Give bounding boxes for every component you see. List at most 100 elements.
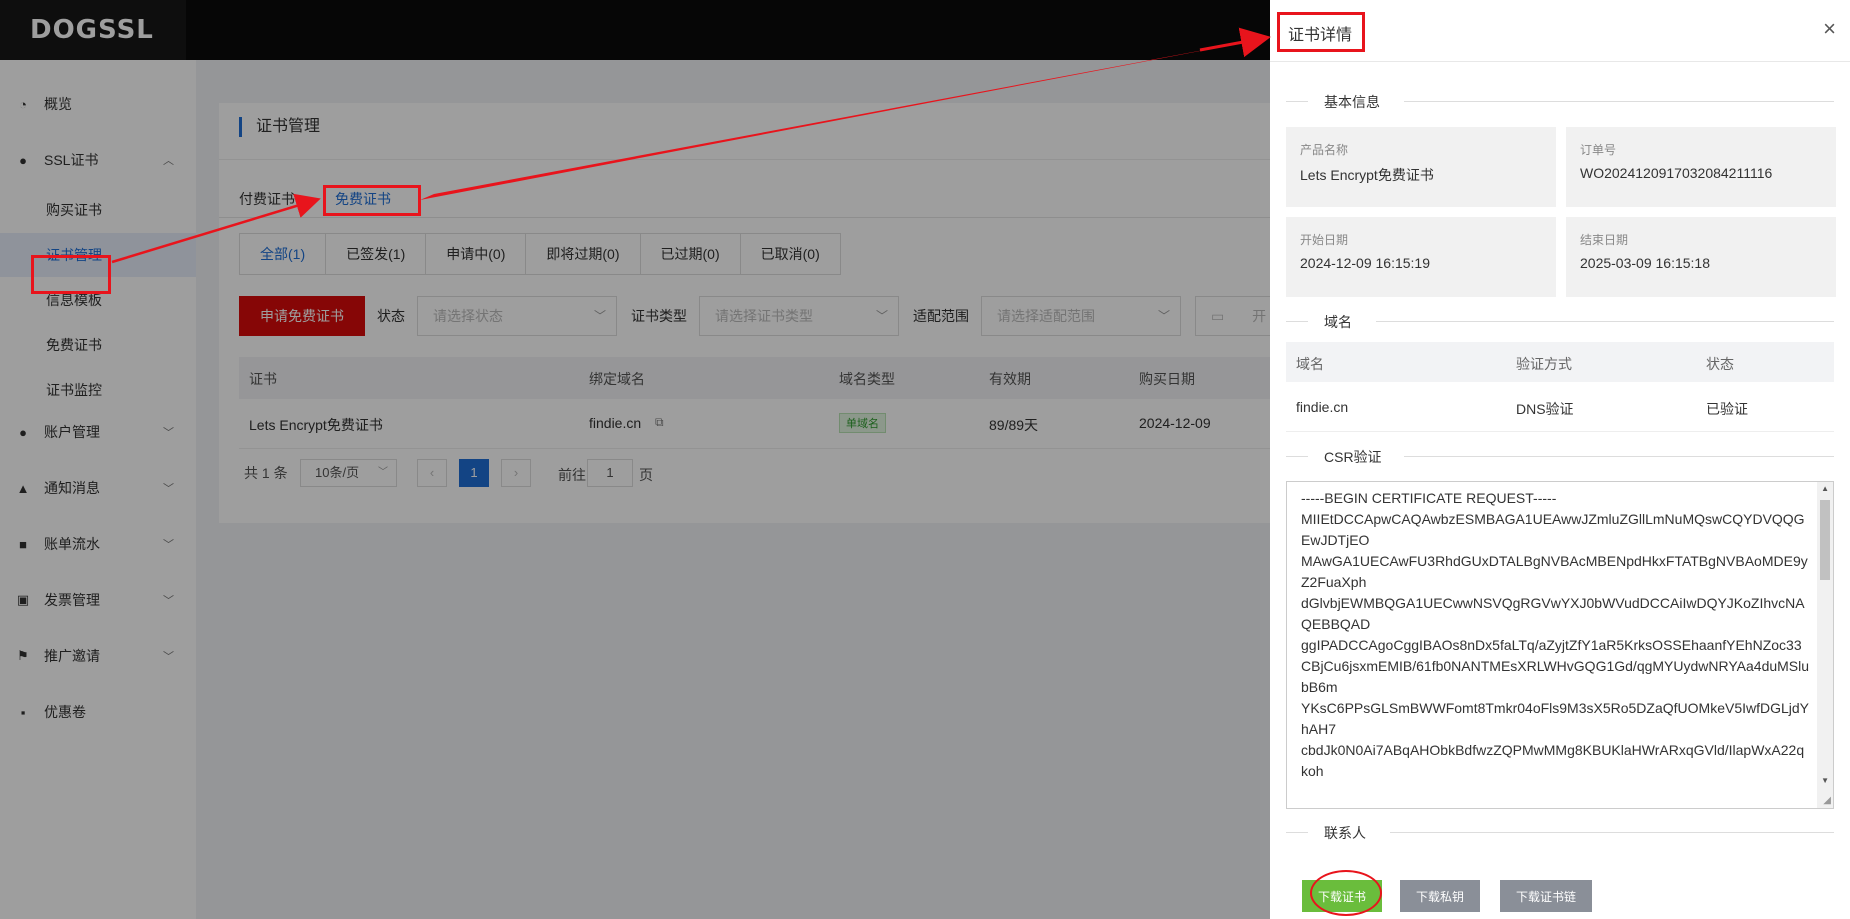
sidebar-item-label: 概览 [44,96,72,112]
sidebar-item-referral[interactable]: ⚑ 推广邀请 ﹀ [0,634,196,678]
clipboard-icon: ▣ [16,592,30,607]
chevron-down-icon: ﹀ [163,539,174,551]
download-cert-button[interactable]: 下载证书 [1302,880,1382,912]
goto-label: 前往 [558,467,586,483]
validity-cell: 89/89天 [989,417,1039,433]
section-domain: 域名 [1286,311,1834,332]
type-select[interactable]: 请选择证书类型 ﹀ [699,296,899,336]
divider [1286,456,1308,457]
close-icon[interactable]: × [1823,18,1836,40]
sidebar-sub-monitor[interactable]: 证书监控 [0,368,196,412]
scope-filter-label: 适配范围 [913,308,969,324]
scrollbar-thumb[interactable] [1820,500,1830,580]
page-size-select[interactable]: 10条/页 ﹀ [300,459,397,487]
chevron-down-icon: ﹀ [378,467,388,478]
chevron-down-icon: ﹀ [163,651,174,663]
download-cert-chain-button[interactable]: 下载证书链 [1500,880,1592,912]
prev-page-button[interactable]: ‹ [417,459,447,487]
date-placeholder: 开 [1252,308,1267,324]
sidebar-item-label: 推广邀请 [44,648,100,664]
chevron-down-icon: ﹀ [1157,309,1170,323]
col-header: 验证方式 [1516,356,1572,372]
status-tab-issued[interactable]: 已签发(1) [326,234,427,274]
info-product: 产品名称 Lets Encrypt免费证书 [1286,127,1556,207]
scrollbar[interactable]: ▲ ▼ [1817,482,1833,808]
apply-free-cert-button[interactable]: 申请免费证书 [239,296,365,336]
sidebar-item-label: 发票管理 [44,592,100,608]
logo[interactable]: DOGSSL [30,0,154,60]
sidebar-item-billing[interactable]: ■ 账单流水 ﹀ [0,522,196,566]
sidebar-item-coupons[interactable]: ▪ 优惠卷 [0,690,196,734]
section-contact: 联系人 [1286,822,1834,843]
info-end-date: 结束日期 2025-03-09 16:15:18 [1566,217,1836,297]
sidebar-item-overview[interactable]: ◔ 概览 [0,82,196,126]
wallet-icon: ■ [19,536,27,552]
info-value: WO20241209170320842111​16 [1580,165,1773,181]
info-label: 订单号 [1580,143,1617,157]
status-tab-expired[interactable]: 已过期(0) [640,234,741,274]
goto-page-input[interactable]: 1 [587,459,633,487]
chevron-up-icon: ︿ [163,155,174,167]
section-title: 联系人 [1324,823,1366,843]
divider [1286,832,1308,833]
sidebar-sub-info-template[interactable]: 信息模板 [0,278,196,322]
sidebar-item-notifications[interactable]: ▲ 通知消息 ﹀ [0,466,196,510]
next-page-button[interactable]: › [501,459,531,487]
status-select[interactable]: 请选择状态 ﹀ [417,296,617,336]
section-csr: CSR验证 [1286,446,1834,467]
resize-handle-icon[interactable]: ◢ [1823,795,1831,806]
sidebar-item-ssl[interactable]: ● SSL证书 ︿ [0,138,196,182]
section-title: 域名 [1324,312,1352,332]
scope-select[interactable]: 请选择适配范围 ﹀ [981,296,1181,336]
col-header: 域名类型 [839,371,895,387]
chevron-down-icon: ﹀ [163,595,174,607]
chevron-down-icon: ﹀ [593,309,606,323]
info-value: Lets Encrypt免费证书 [1300,167,1434,183]
copy-icon[interactable]: ⧉ [655,415,664,430]
status-tab-cancelled[interactable]: 已取消(0) [740,234,840,274]
sidebar-item-account[interactable]: ● 账户管理 ﹀ [0,410,196,454]
sidebar-item-label: SSL证书 [44,152,99,168]
status-tab-applying[interactable]: 申请中(0) [426,234,527,274]
page-number-current[interactable]: 1 [459,459,489,487]
sidebar-sub-buy[interactable]: 购买证书 [0,188,196,232]
bell-icon: ▲ [16,480,30,496]
col-header: 购买日期 [1139,371,1195,387]
info-start-date: 开始日期 2024-12-09 16:15:19 [1286,217,1556,297]
sidebar-item-invoice[interactable]: ▣ 发票管理 ﹀ [0,578,196,622]
drawer-title: 证书详情 [1288,27,1353,44]
col-header: 证书 [249,371,277,387]
download-private-key-button[interactable]: 下载私钥 [1400,880,1480,912]
col-header: 域名 [1296,356,1324,372]
status-filter-label: 状态 [377,308,405,324]
col-header: 绑定域名 [589,371,645,387]
sidebar-item-label: 购买证书 [46,202,102,218]
tab-free-cert[interactable]: 免费证书 [335,189,391,209]
type-select-placeholder: 请选择证书类型 [715,308,813,324]
sidebar-item-label: 证书监控 [46,382,102,398]
status-tab-expiring[interactable]: 即将过期(0) [526,234,641,274]
domain-type-badge: 单域名 [839,413,886,433]
sidebar-item-label: 账单流水 [44,536,100,552]
info-value: 2024-12-09 16:15:19 [1300,255,1430,271]
page-title: 证书管理 [239,117,320,137]
csr-textarea[interactable]: -----BEGIN CERTIFICATE REQUEST----- MIIE… [1286,481,1834,809]
scroll-down-icon[interactable]: ▼ [1821,776,1829,785]
sidebar-sub-free-cert[interactable]: 免费证书 [0,323,196,367]
tab-paid-cert[interactable]: 付费证书 [239,189,295,209]
section-title: 基本信息 [1324,92,1380,112]
scope-select-placeholder: 请选择适配范围 [997,308,1095,324]
status-tab-all[interactable]: 全部(1) [240,234,327,274]
info-label: 产品名称 [1300,143,1349,157]
sidebar-sub-cert-manage[interactable]: 证书管理 [0,233,196,277]
sidebar-item-label: 免费证书 [46,337,102,353]
divider [1404,101,1834,102]
sidebar-item-label: 优惠卷 [44,704,86,720]
divider [1286,101,1308,102]
divider [1376,321,1834,322]
type-filter-label: 证书类型 [631,308,687,324]
chevron-down-icon: ﹀ [163,483,174,495]
scroll-up-icon[interactable]: ▲ [1821,484,1829,493]
dashboard-icon: ◔ [19,96,27,112]
status-select-placeholder: 请选择状态 [433,308,503,324]
